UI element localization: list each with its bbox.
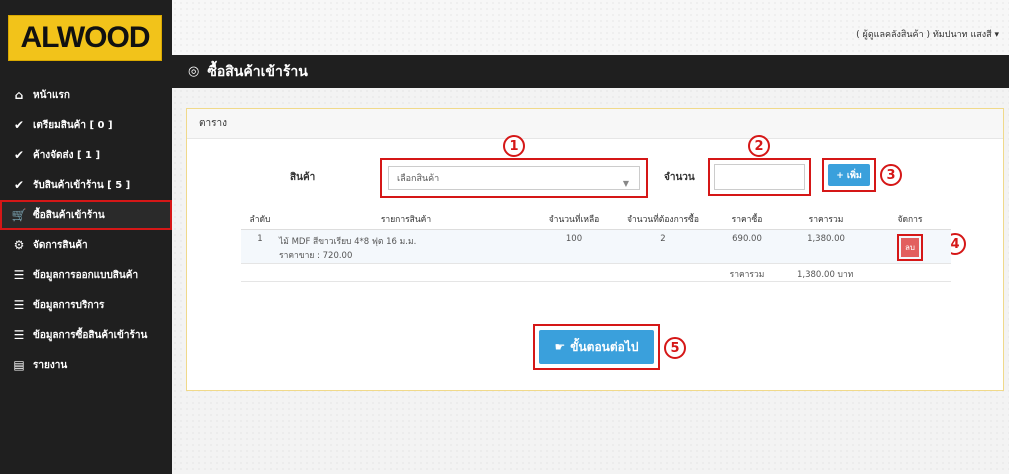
- sidebar-item-label: รับสินค้าเข้าร้าน [ 5 ]: [33, 179, 131, 191]
- col-header-item: รายการสินค้า: [279, 210, 533, 230]
- quantity-label: จำนวน: [664, 172, 695, 183]
- add-button-highlight: + เพิ่ม: [822, 158, 876, 192]
- check-circle-icon: ✔: [13, 148, 25, 162]
- sidebar-item-label: ข้อมูลการบริการ: [33, 299, 105, 311]
- home-icon: ⌂: [14, 88, 24, 102]
- cell-remaining: 100: [533, 229, 615, 264]
- page-header: ◎ ซื้อสินค้าเข้าร้าน: [172, 55, 1009, 88]
- logo-text-a: AL: [20, 21, 58, 54]
- list-icon: ☰: [13, 298, 25, 312]
- next-step-button[interactable]: ☛ ขั้นตอนต่อไป: [539, 330, 654, 364]
- cell-total: 1,380.00: [783, 229, 869, 264]
- sidebar-item-label: ซื้อสินค้าเข้าร้าน: [33, 209, 105, 221]
- sidebar-nav: ⌂ หน้าแรก ✔ เตรียมสินค้า [ 0 ] ✔ ค้างจัดส่ง…: [0, 80, 172, 380]
- sum-value: 1,380.00 บาท: [783, 263, 951, 282]
- sidebar-item-purchase-data[interactable]: ☰ ข้อมูลการซื้อสินค้าเข้าร้าน: [0, 320, 172, 350]
- product-label: สินค้า: [290, 172, 316, 183]
- sidebar-item-label: เตรียมสินค้า [ 0 ]: [33, 119, 113, 131]
- quantity-input[interactable]: [714, 164, 805, 190]
- sum-spacer: [241, 263, 711, 282]
- cell-buy-qty: 2: [615, 229, 711, 264]
- cogs-icon: ⚙: [13, 238, 25, 252]
- caret-down-icon: ▼: [622, 179, 629, 188]
- sum-label: ราคารวม: [711, 263, 783, 282]
- sidebar-item-manage-products[interactable]: ⚙ จัดการสินค้า: [0, 230, 172, 260]
- add-button[interactable]: + เพิ่ม: [828, 164, 870, 186]
- col-header-remaining: จำนวนที่เหลือ: [533, 210, 615, 230]
- list-icon: ☰: [13, 328, 25, 342]
- sidebar-item-label: จัดการสินค้า: [33, 239, 88, 251]
- delete-button-highlight: ลบ: [897, 233, 923, 261]
- quantity-input-highlight: [708, 158, 811, 196]
- cell-price: 690.00: [711, 229, 783, 264]
- sidebar-item-service-data[interactable]: ☰ ข้อมูลการบริการ: [0, 290, 172, 320]
- cell-no: 1: [241, 229, 279, 264]
- sidebar-item-label: ค้างจัดส่ง [ 1 ]: [33, 149, 101, 161]
- item-sale-price: ราคาขาย : 720.00: [279, 250, 353, 261]
- col-header-total: ราคารวม: [783, 210, 869, 230]
- step-marker-3: 3: [880, 164, 902, 186]
- table-sum-row: ราคารวม 1,380.00 บาท: [241, 263, 951, 282]
- cart-icon: 🛒: [11, 208, 27, 222]
- product-select-highlight: เลือกสินค้า ▼: [380, 158, 648, 198]
- check-circle-icon: ✔: [13, 178, 25, 192]
- circle-target-icon: ◎: [188, 64, 200, 79]
- panel-title: ตาราง: [187, 109, 1003, 139]
- product-select-value: เลือกสินค้า: [397, 174, 440, 184]
- cell-item: ไม้ MDF สีขาวเรียบ 4*8 ฟุต 16 ม.ม. ราคาข…: [279, 229, 533, 264]
- sidebar-item-prepare[interactable]: ✔ เตรียมสินค้า [ 0 ]: [0, 110, 172, 140]
- col-header-no: ลำดับ: [241, 210, 279, 230]
- sidebar-item-label: รายงาน: [33, 359, 68, 371]
- cell-manage: ลบ: [869, 229, 951, 264]
- table-header-row: ลำดับ รายการสินค้า จำนวนที่เหลือ จำนวนที…: [241, 210, 951, 230]
- sidebar-item-label: หน้าแรก: [33, 89, 70, 101]
- next-step-label: ขั้นตอนต่อไป: [570, 339, 639, 354]
- table-row: 1 ไม้ MDF สีขาวเรียบ 4*8 ฟุต 16 ม.ม. ราค…: [241, 229, 951, 264]
- sidebar-item-home[interactable]: ⌂ หน้าแรก: [0, 80, 172, 110]
- next-button-highlight: ☛ ขั้นตอนต่อไป: [533, 324, 660, 370]
- product-select[interactable]: เลือกสินค้า ▼: [388, 166, 640, 190]
- step-marker-5: 5: [664, 337, 686, 359]
- logo-text-b: WOOD: [56, 21, 151, 54]
- col-header-price: ราคาซื้อ: [711, 210, 783, 230]
- logo-text: ALWOOD: [20, 21, 151, 55]
- sidebar-item-label: ข้อมูลการซื้อสินค้าเข้าร้าน: [33, 329, 148, 341]
- sidebar: ALWOOD ⌂ หน้าแรก ✔ เตรียมสินค้า [ 0 ] ✔ ค้า…: [0, 0, 172, 474]
- item-name: ไม้ MDF สีขาวเรียบ 4*8 ฟุต 16 ม.ม.: [279, 236, 417, 247]
- sidebar-item-label: ข้อมูลการออกแบบสินค้า: [33, 269, 139, 281]
- file-icon: ▤: [13, 358, 25, 372]
- check-circle-icon: ✔: [13, 118, 25, 132]
- page-title: ซื้อสินค้าเข้าร้าน: [207, 63, 308, 80]
- step-marker-2: 2: [748, 135, 770, 157]
- user-menu[interactable]: ( ผู้ดูแลคลังสินค้า ) ทัมปนาท แสงสี ▾: [856, 27, 999, 41]
- sidebar-item-receive-goods[interactable]: ✔ รับสินค้าเข้าร้าน [ 5 ]: [0, 170, 172, 200]
- sidebar-item-purchase[interactable]: 🛒 ซื้อสินค้าเข้าร้าน: [0, 200, 172, 230]
- sidebar-item-pending-delivery[interactable]: ✔ ค้างจัดส่ง [ 1 ]: [0, 140, 172, 170]
- purchase-table: ลำดับ รายการสินค้า จำนวนที่เหลือ จำนวนที…: [241, 210, 951, 282]
- delete-button[interactable]: ลบ: [901, 237, 919, 257]
- col-header-buy-qty: จำนวนที่ต้องการซื้อ: [615, 210, 711, 230]
- top-bar: ( ผู้ดูแลคลังสินค้า ) ทัมปนาท แสงสี ▾: [172, 0, 1009, 55]
- allwood-logo[interactable]: ALWOOD: [8, 15, 162, 61]
- list-icon: ☰: [13, 268, 25, 282]
- col-header-manage: จัดการ: [869, 210, 951, 230]
- sidebar-item-report[interactable]: ▤ รายงาน: [0, 350, 172, 380]
- sidebar-item-design-data[interactable]: ☰ ข้อมูลการออกแบบสินค้า: [0, 260, 172, 290]
- step-marker-1: 1: [503, 135, 525, 157]
- hand-pointer-icon: ☛: [554, 340, 566, 354]
